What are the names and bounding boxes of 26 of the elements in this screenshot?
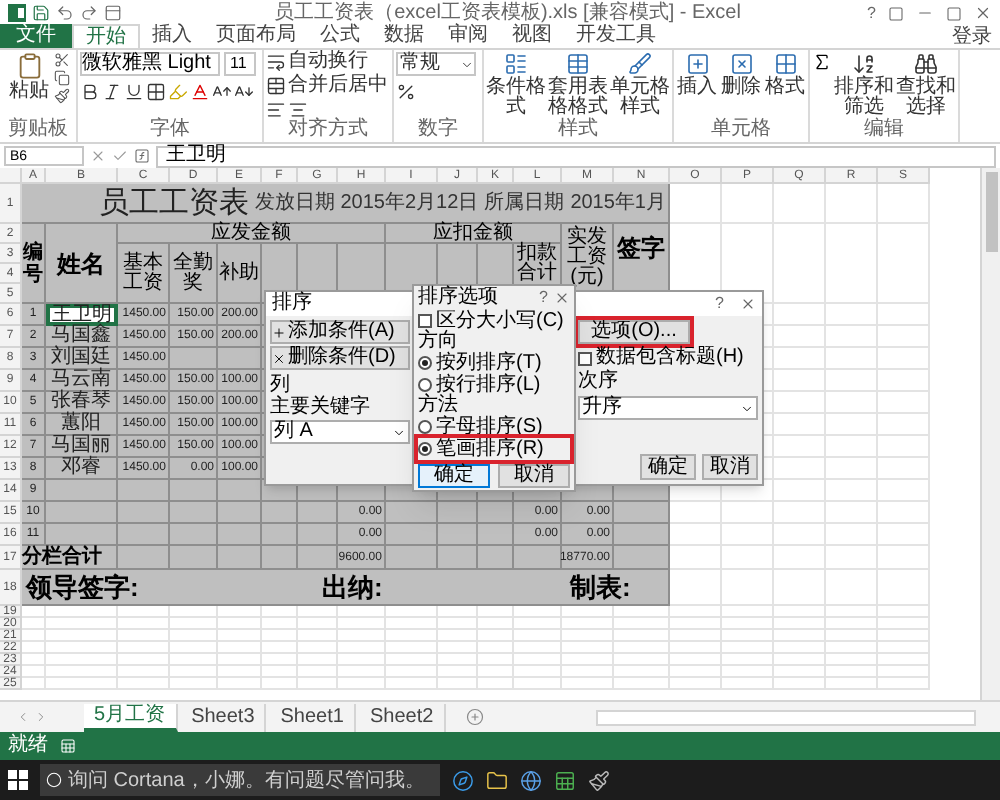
table-cell: 发放日期 bbox=[254, 193, 335, 213]
signature-label: 制表: bbox=[570, 571, 631, 601]
table-cell: 所属日期 bbox=[484, 193, 565, 213]
signature-label: 领导签字: bbox=[26, 571, 139, 601]
group-label: 数字 bbox=[418, 120, 458, 142]
dialog-title: 排序 bbox=[272, 294, 312, 314]
section-label: 方向 bbox=[418, 332, 458, 352]
status-text: 就绪 bbox=[8, 736, 48, 756]
group-label: 单元格 bbox=[711, 120, 771, 142]
group-label: 字体 bbox=[150, 120, 190, 142]
group-label: 对齐方式 bbox=[288, 120, 368, 142]
table-cell: 2015年2月12日 bbox=[340, 193, 479, 213]
order-label: 次序 bbox=[578, 372, 618, 392]
column-label: 列 bbox=[270, 376, 290, 396]
checkbox-label: 数据包含标题(H) bbox=[596, 348, 744, 368]
group-label: 编辑 bbox=[864, 120, 904, 142]
signature-label: 出纳: bbox=[322, 571, 383, 601]
sheet-title: 员工工资表 bbox=[98, 188, 249, 218]
section-label: 方法 bbox=[418, 396, 458, 416]
checkbox-label: 区分大小写(C) bbox=[436, 311, 564, 331]
window-title: 员工工资表（excel工资表模板).xls [兼容模式] - Excel bbox=[274, 1, 741, 23]
table-cell: 2015年1月 bbox=[570, 193, 666, 213]
group-label: 样式 bbox=[558, 120, 598, 142]
dialog-title: 排序选项 bbox=[418, 288, 498, 308]
group-label: 剪贴板 bbox=[8, 120, 68, 142]
level-label: 主要关键字 bbox=[270, 398, 370, 418]
